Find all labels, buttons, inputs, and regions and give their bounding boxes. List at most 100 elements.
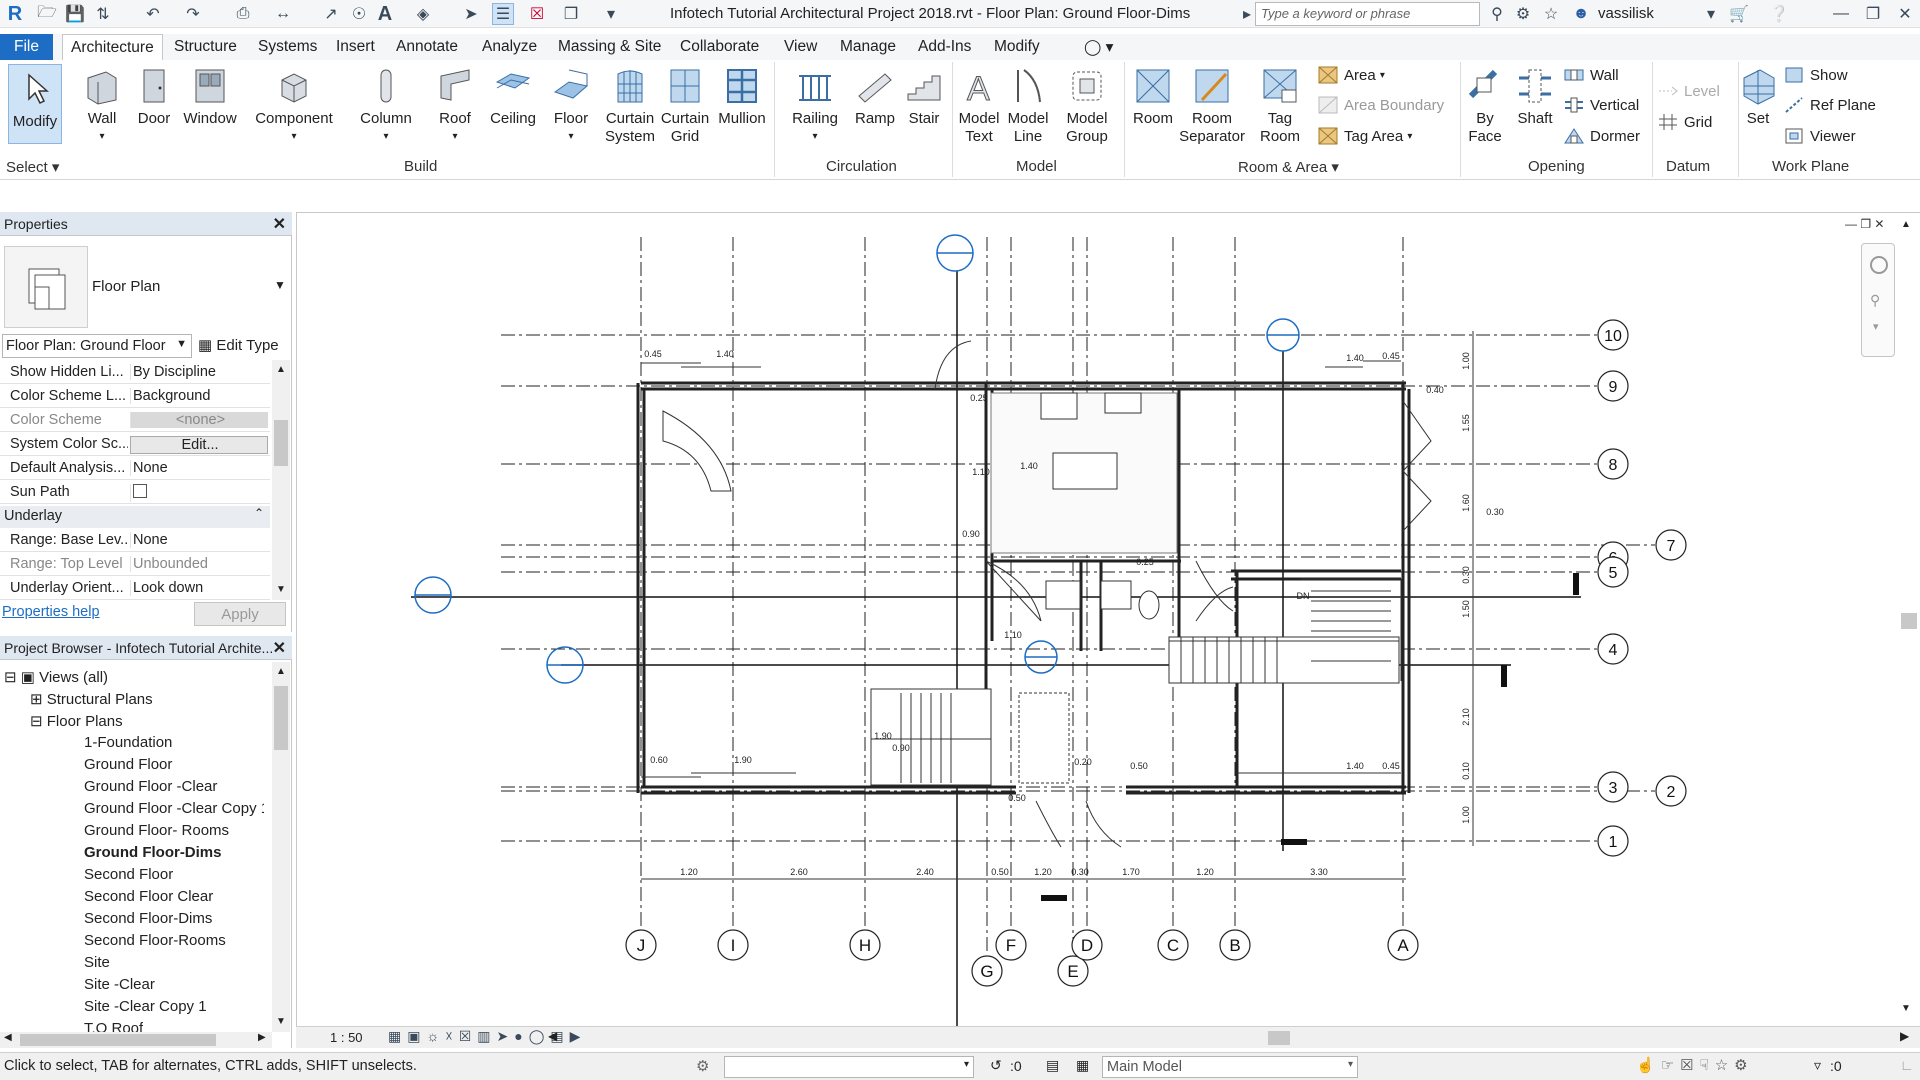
floor-button[interactable]: Floor ▾ bbox=[546, 66, 596, 146]
switch-windows-icon[interactable]: ❐ bbox=[560, 3, 582, 25]
subscription-icon[interactable]: ⚙ bbox=[1512, 3, 1534, 25]
search-input[interactable]: Type a keyword or phrase bbox=[1255, 2, 1480, 26]
tab-architecture[interactable]: Architecture bbox=[62, 34, 163, 60]
tree-item-view[interactable]: Ground Floor -Clear bbox=[84, 778, 217, 795]
binoculars-icon[interactable]: ⚲ bbox=[1486, 3, 1508, 25]
tab-systems[interactable]: Systems bbox=[250, 34, 325, 60]
show-button[interactable]: Show bbox=[1784, 66, 1848, 84]
undo-icon[interactable]: ↶ bbox=[142, 3, 164, 25]
wall-opening-button[interactable]: Wall bbox=[1564, 66, 1619, 84]
curtain-grid-button[interactable]: Curtain Grid bbox=[660, 66, 710, 146]
properties-scrollbar[interactable]: ▲ ▼ bbox=[272, 360, 290, 600]
underlay-section-header[interactable]: Underlay ⌃ bbox=[0, 506, 270, 528]
dimension-icon[interactable]: ↗ bbox=[320, 3, 342, 25]
ceiling-button[interactable]: Ceiling bbox=[488, 66, 538, 128]
section-icon[interactable]: ➤ bbox=[460, 3, 482, 25]
edit-type-button[interactable]: ▦ Edit Type bbox=[198, 336, 279, 354]
tab-analyze[interactable]: Analyze bbox=[474, 34, 545, 60]
tab-file[interactable]: File bbox=[0, 34, 53, 60]
column-button[interactable]: Column ▾ bbox=[356, 66, 416, 146]
set-button[interactable]: Set bbox=[1740, 66, 1776, 128]
print-icon[interactable]: ⎙ bbox=[232, 3, 254, 25]
tree-item-view[interactable]: Second Floor-Rooms bbox=[84, 932, 226, 949]
scroll-right-icon[interactable]: ▶ bbox=[1900, 1029, 1909, 1043]
level-button[interactable]: Level bbox=[1658, 82, 1720, 100]
open-icon[interactable]: 🗁 bbox=[36, 3, 58, 25]
room-button[interactable]: Room bbox=[1130, 66, 1176, 128]
cart-icon[interactable]: 🛒 bbox=[1728, 3, 1750, 25]
property-value[interactable]: Background bbox=[130, 388, 268, 404]
room-separator-button[interactable]: Room Separator bbox=[1179, 66, 1245, 146]
collapse-icon[interactable]: ⌃ bbox=[254, 506, 264, 520]
expand-icon[interactable]: ⊞ bbox=[30, 691, 43, 708]
filter-icon[interactable]: ▿ bbox=[1814, 1057, 1821, 1074]
scroll-down-icon[interactable]: ▼ bbox=[1901, 1003, 1911, 1014]
property-row[interactable]: Range: Base Lev... None bbox=[0, 528, 270, 552]
view-window-controls[interactable]: — ❐ ✕ bbox=[1845, 217, 1884, 231]
zoom-icon[interactable]: ⚲ bbox=[1870, 292, 1880, 309]
property-value[interactable]: Unbounded bbox=[130, 556, 268, 572]
save-icon[interactable]: 💾 bbox=[64, 3, 86, 25]
viewer-button[interactable]: Viewer bbox=[1784, 127, 1856, 145]
tab-massing-site[interactable]: Massing & Site bbox=[550, 34, 669, 60]
tag-room-button[interactable]: Tag Room bbox=[1256, 66, 1304, 146]
user-dropdown-icon[interactable]: ▾ bbox=[1700, 3, 1722, 25]
tree-item-view-active[interactable]: Ground Floor-Dims bbox=[84, 844, 222, 861]
design-option-dropdown[interactable]: Main Model ▾ bbox=[1102, 1056, 1358, 1078]
nav-dropdown-icon[interactable]: ▾ bbox=[1873, 320, 1879, 333]
tree-node-views[interactable]: ⊟ ▣ Views (all) bbox=[4, 668, 108, 686]
property-value[interactable]: None bbox=[130, 532, 268, 548]
sun-path-checkbox[interactable] bbox=[130, 484, 268, 502]
tree-item-view[interactable]: Site -Clear bbox=[84, 976, 155, 993]
apply-button[interactable]: Apply bbox=[194, 602, 286, 626]
customize-qat-icon[interactable]: ▾ bbox=[600, 3, 622, 25]
tag-icon[interactable]: ☉ bbox=[348, 3, 370, 25]
close-icon[interactable]: ✕ bbox=[1894, 3, 1916, 25]
properties-help-link[interactable]: Properties help bbox=[2, 604, 100, 620]
property-row[interactable]: System Color Sc... Edit... bbox=[0, 432, 270, 456]
property-row[interactable]: Sun Path bbox=[0, 480, 270, 504]
workset-icon[interactable]: ⚙ bbox=[696, 1057, 709, 1075]
tree-item-view[interactable]: Site -Clear Copy 1 bbox=[84, 998, 207, 1015]
navigation-bar[interactable]: ⚲ ▾ bbox=[1861, 243, 1895, 357]
tab-view[interactable]: View bbox=[776, 34, 825, 60]
tab-annotate[interactable]: Annotate bbox=[388, 34, 466, 60]
tab-add-ins[interactable]: Add-Ins bbox=[910, 34, 979, 60]
3d-view-icon[interactable]: ◈ bbox=[412, 3, 434, 25]
dormer-button[interactable]: Dormer bbox=[1564, 127, 1640, 145]
tag-area-button[interactable]: Tag Area ▾ bbox=[1318, 127, 1412, 145]
tree-node-floor-plans[interactable]: ⊟ Floor Plans bbox=[30, 712, 123, 730]
modify-button[interactable]: Modify bbox=[8, 64, 62, 144]
area-button[interactable]: Area ▾ bbox=[1318, 66, 1385, 84]
design-options-icon[interactable]: ▤ bbox=[1046, 1057, 1059, 1074]
property-row[interactable]: Default Analysis... None bbox=[0, 456, 270, 480]
roof-button[interactable]: Roof ▾ bbox=[430, 66, 480, 146]
selection-settings-icons[interactable]: ☝☞☒☟☆⚙ bbox=[1636, 1056, 1754, 1074]
property-row[interactable]: Range: Top Level Unbounded bbox=[0, 552, 270, 576]
text-icon[interactable]: A bbox=[374, 3, 396, 25]
railing-button[interactable]: Railing ▾ bbox=[790, 66, 840, 146]
stair-button[interactable]: Stair bbox=[902, 66, 946, 128]
view-scale[interactable]: 1 : 50 bbox=[330, 1030, 363, 1045]
thin-lines-icon[interactable]: ☰ bbox=[492, 3, 514, 25]
tree-node-structural-plans[interactable]: ⊞ Structural Plans bbox=[30, 690, 153, 708]
help-icon[interactable]: ❔ bbox=[1768, 3, 1790, 25]
property-value[interactable]: By Discipline bbox=[130, 364, 268, 380]
system-color-edit-button[interactable]: Edit... bbox=[130, 436, 268, 454]
model-text-button[interactable]: A Model Text bbox=[956, 66, 1002, 146]
door-button[interactable]: Door bbox=[134, 66, 174, 128]
tree-item-view[interactable]: 1-Foundation bbox=[84, 734, 172, 751]
tab-collaborate[interactable]: Collaborate bbox=[672, 34, 767, 60]
property-value[interactable]: None bbox=[130, 460, 268, 476]
select-group-label[interactable]: Select ▾ bbox=[6, 158, 59, 176]
redo-icon[interactable]: ↷ bbox=[182, 3, 204, 25]
mullion-button[interactable]: Mullion bbox=[714, 66, 770, 128]
editing-requests-icon[interactable]: ↺ bbox=[990, 1057, 1002, 1074]
tree-item-view[interactable]: T.O Roof bbox=[84, 1020, 143, 1032]
restore-icon[interactable]: ❐ bbox=[1862, 3, 1884, 25]
tree-item-view[interactable]: Ground Floor- Rooms bbox=[84, 822, 229, 839]
browser-hscrollbar[interactable]: ◀ ▶ bbox=[0, 1032, 272, 1048]
close-icon[interactable]: ✕ bbox=[273, 638, 286, 658]
scroll-up-icon[interactable]: ▲ bbox=[1901, 219, 1911, 230]
tab-manage[interactable]: Manage bbox=[832, 34, 904, 60]
